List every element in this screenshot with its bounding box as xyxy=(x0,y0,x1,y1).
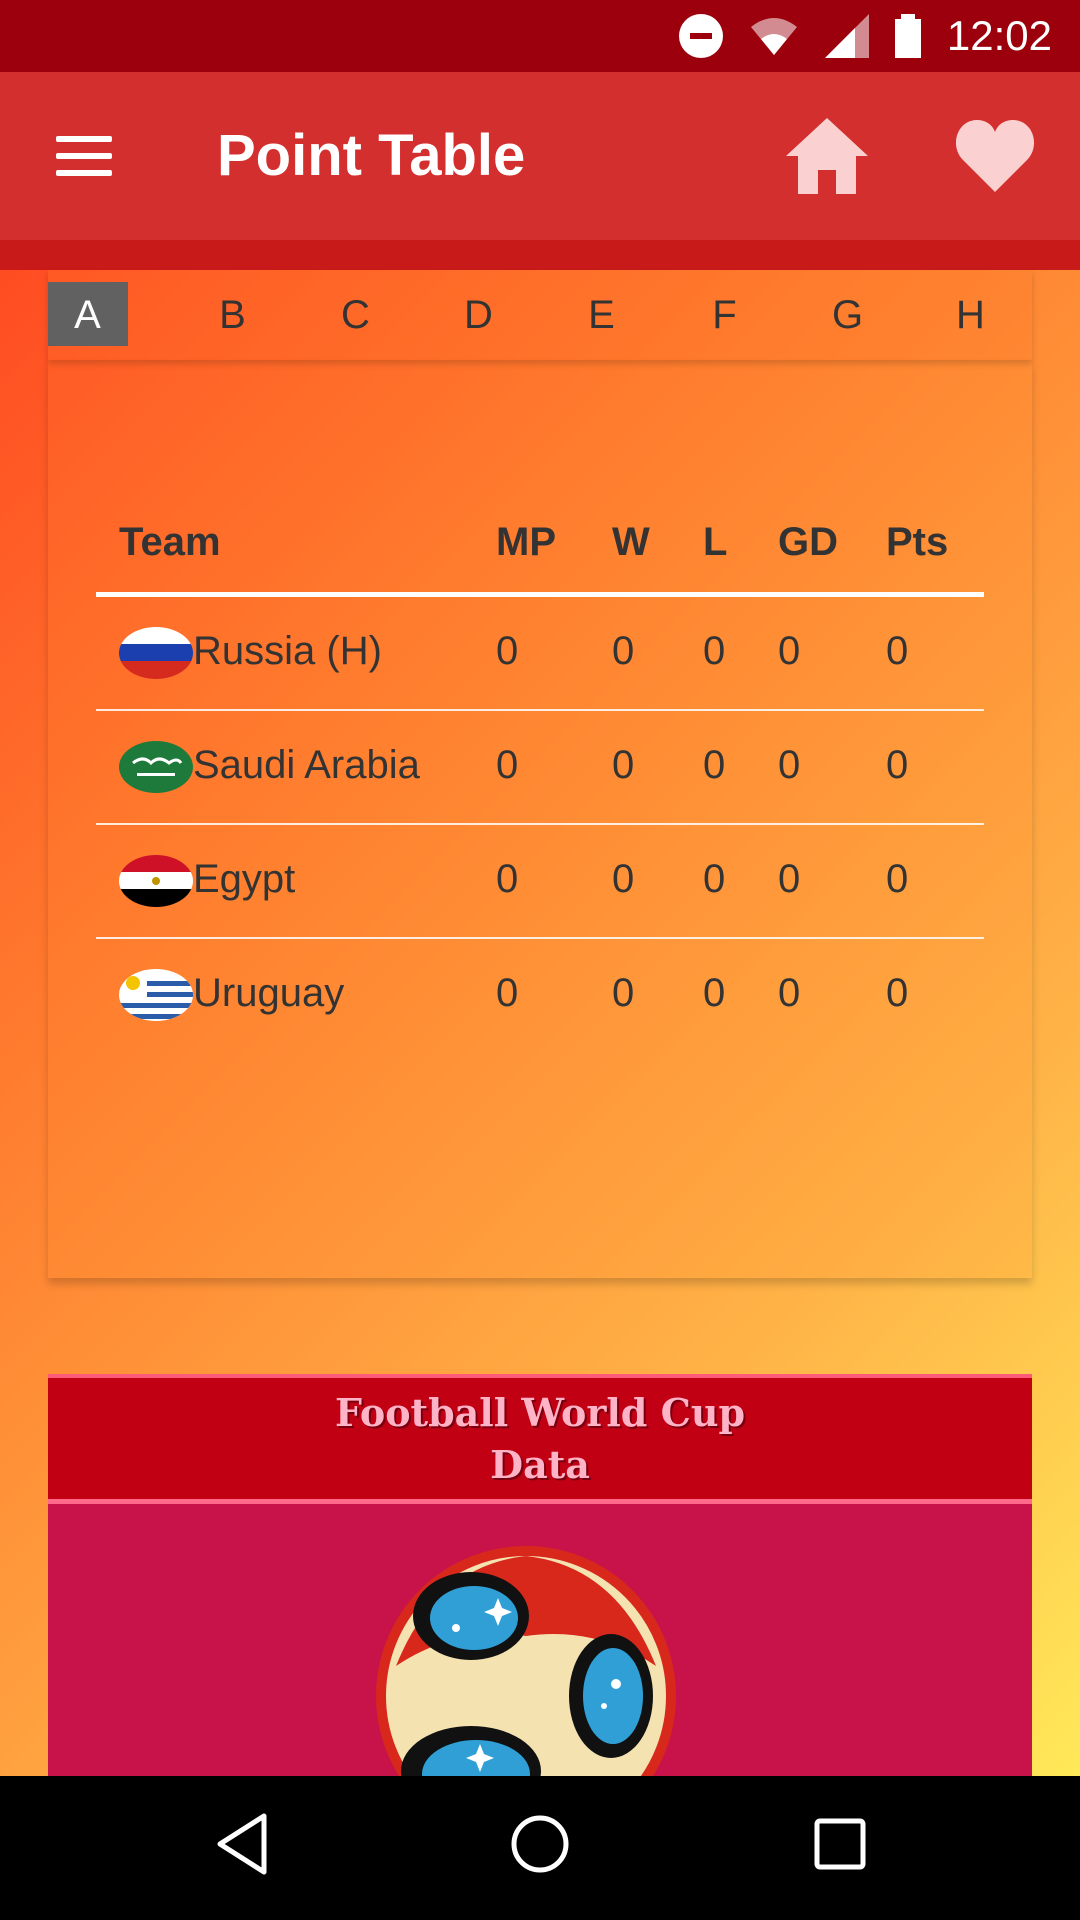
cell-w: 0 xyxy=(612,857,635,901)
app-bar: Point Table xyxy=(0,72,1080,240)
world-cup-ball-icon xyxy=(376,1546,676,1776)
tab-group-f[interactable]: F xyxy=(663,282,786,348)
wifi-icon xyxy=(750,18,797,55)
app-bar-shadow-band xyxy=(0,240,1080,270)
team-name: Uruguay xyxy=(193,971,345,1015)
cell-pts: 0 xyxy=(886,857,909,901)
cell-mp: 0 xyxy=(496,857,519,901)
status-time: 12:02 xyxy=(946,12,1052,59)
signal-icon xyxy=(824,14,869,58)
status-bar: 12:02 xyxy=(0,0,1080,72)
table-row[interactable]: Saudi Arabia 0 0 0 0 0 xyxy=(96,711,984,825)
cell-mp: 0 xyxy=(496,743,519,787)
battery-icon xyxy=(894,14,921,58)
tab-group-a[interactable]: A xyxy=(48,282,171,348)
home-icon[interactable] xyxy=(786,118,868,194)
table-header-row: Team MP W L GD Pts xyxy=(96,520,984,597)
russia-flag-icon xyxy=(119,627,193,679)
menu-icon[interactable] xyxy=(56,136,112,176)
cell-gd: 0 xyxy=(778,971,801,1015)
cell-l: 0 xyxy=(703,743,726,787)
table-row[interactable]: Egypt 0 0 0 0 0 xyxy=(96,825,984,939)
cell-pts: 0 xyxy=(886,743,909,787)
header-team: Team xyxy=(119,520,221,564)
cell-pts: 0 xyxy=(886,971,909,1015)
tab-group-e[interactable]: E xyxy=(540,282,663,348)
tab-group-h[interactable]: H xyxy=(909,282,1032,348)
cell-mp: 0 xyxy=(496,971,519,1015)
cell-w: 0 xyxy=(612,629,635,673)
tab-group-g[interactable]: G xyxy=(786,282,909,348)
egypt-flag-icon xyxy=(119,855,193,907)
cell-gd: 0 xyxy=(778,857,801,901)
home-circle-icon[interactable] xyxy=(510,1812,570,1876)
cell-pts: 0 xyxy=(886,629,909,673)
cell-gd: 0 xyxy=(778,629,801,673)
team-name: Egypt xyxy=(193,857,296,901)
header-l: L xyxy=(703,520,728,564)
header-mp: MP xyxy=(496,520,556,564)
cell-w: 0 xyxy=(612,743,635,787)
tab-group-d[interactable]: D xyxy=(417,282,540,348)
system-navigation-bar xyxy=(0,1776,1080,1920)
tab-group-b[interactable]: B xyxy=(171,282,294,348)
header-w: W xyxy=(612,520,650,564)
cell-w: 0 xyxy=(612,971,635,1015)
tab-group-c[interactable]: C xyxy=(294,282,417,348)
saudi-arabia-flag-icon xyxy=(119,741,193,793)
cell-l: 0 xyxy=(703,857,726,901)
banner-title: Football World Cup Data xyxy=(334,1389,746,1487)
cell-mp: 0 xyxy=(496,629,519,673)
page-title: Point Table xyxy=(217,123,526,188)
uruguay-flag-icon xyxy=(119,969,193,1021)
header-pts: Pts xyxy=(886,520,949,564)
do-not-disturb-icon xyxy=(678,14,723,58)
group-tabs: A B C D E F G H xyxy=(48,270,1032,360)
point-table-card: Team MP W L GD Pts Russia (H) 0 0 0 0 0 … xyxy=(48,360,1032,1278)
recents-square-icon[interactable] xyxy=(814,1812,866,1876)
app-banner[interactable]: Football World Cup Data xyxy=(48,1374,1032,1776)
favorite-heart-icon[interactable] xyxy=(955,118,1035,194)
table-row[interactable]: Uruguay 0 0 0 0 0 xyxy=(96,939,984,1051)
back-icon[interactable] xyxy=(214,1812,270,1876)
table-row[interactable]: Russia (H) 0 0 0 0 0 xyxy=(96,597,984,711)
cell-l: 0 xyxy=(703,971,726,1015)
team-name: Russia (H) xyxy=(193,629,382,673)
header-gd: GD xyxy=(778,520,838,564)
cell-gd: 0 xyxy=(778,743,801,787)
team-name: Saudi Arabia xyxy=(193,743,420,787)
cell-l: 0 xyxy=(703,629,726,673)
banner-header: Football World Cup Data xyxy=(48,1374,1032,1504)
